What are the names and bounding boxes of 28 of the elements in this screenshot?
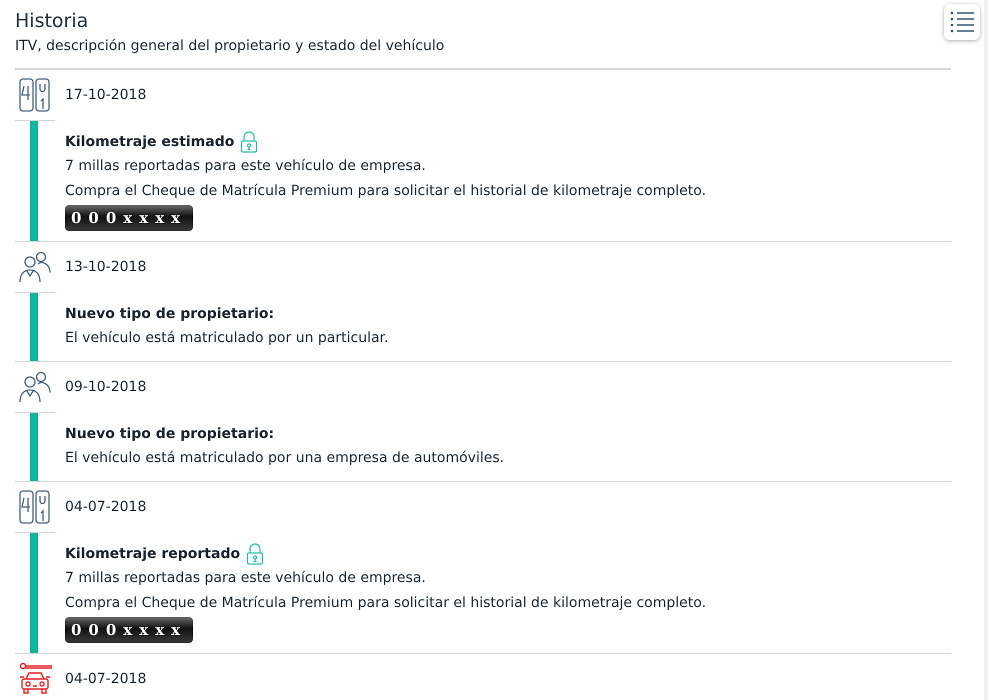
entry-date: 09-10-2018 — [65, 378, 146, 397]
odometer-reading: 000xxxx — [65, 617, 194, 643]
odometer-icon — [18, 490, 52, 524]
entry-date: 13-10-2018 — [65, 258, 146, 277]
entry-title: Nuevo tipo de propietario: — [65, 304, 274, 324]
odometer-icon — [18, 78, 52, 112]
section-title: Historia — [15, 9, 90, 34]
entry-date: 17-10-2018 — [65, 86, 146, 105]
entry-title: Kilometraje reportado — [65, 544, 240, 564]
entry-text: 7 millas reportadas para este vehículo de empresa. — [65, 569, 427, 588]
section-subtitle: ITV, descripción general del propietario y estado del vehículo — [15, 37, 446, 56]
entry-title: Nuevo tipo de propietario: — [65, 424, 274, 444]
odometer-reading: 000xxxx — [65, 205, 194, 231]
people-icon — [18, 251, 52, 283]
entry-text: Compra el Cheque de Matrícula Premium para solicitar el historial de kilometraje completo. — [65, 594, 706, 613]
entry-text: El vehículo está matriculado por una empresa de automóviles. — [65, 449, 504, 468]
entry-title: Kilometraje estimado — [65, 132, 234, 152]
entry-date: 04-07-2018 — [65, 670, 146, 689]
car-service-icon — [18, 662, 52, 696]
entry-date: 04-07-2018 — [65, 498, 146, 517]
menu-button[interactable] — [944, 4, 980, 40]
timeline-bar — [30, 293, 38, 361]
list-icon — [949, 10, 975, 34]
entry-text: Compra el Cheque de Matrícula Premium para solicitar el historial de kilometraje completo. — [65, 182, 706, 201]
timeline-bar — [30, 413, 38, 481]
entry-text: 7 millas reportadas para este vehículo de empresa. — [65, 157, 427, 176]
entry-text: El vehículo está matriculado por un particular. — [65, 329, 388, 348]
people-icon — [18, 371, 52, 403]
